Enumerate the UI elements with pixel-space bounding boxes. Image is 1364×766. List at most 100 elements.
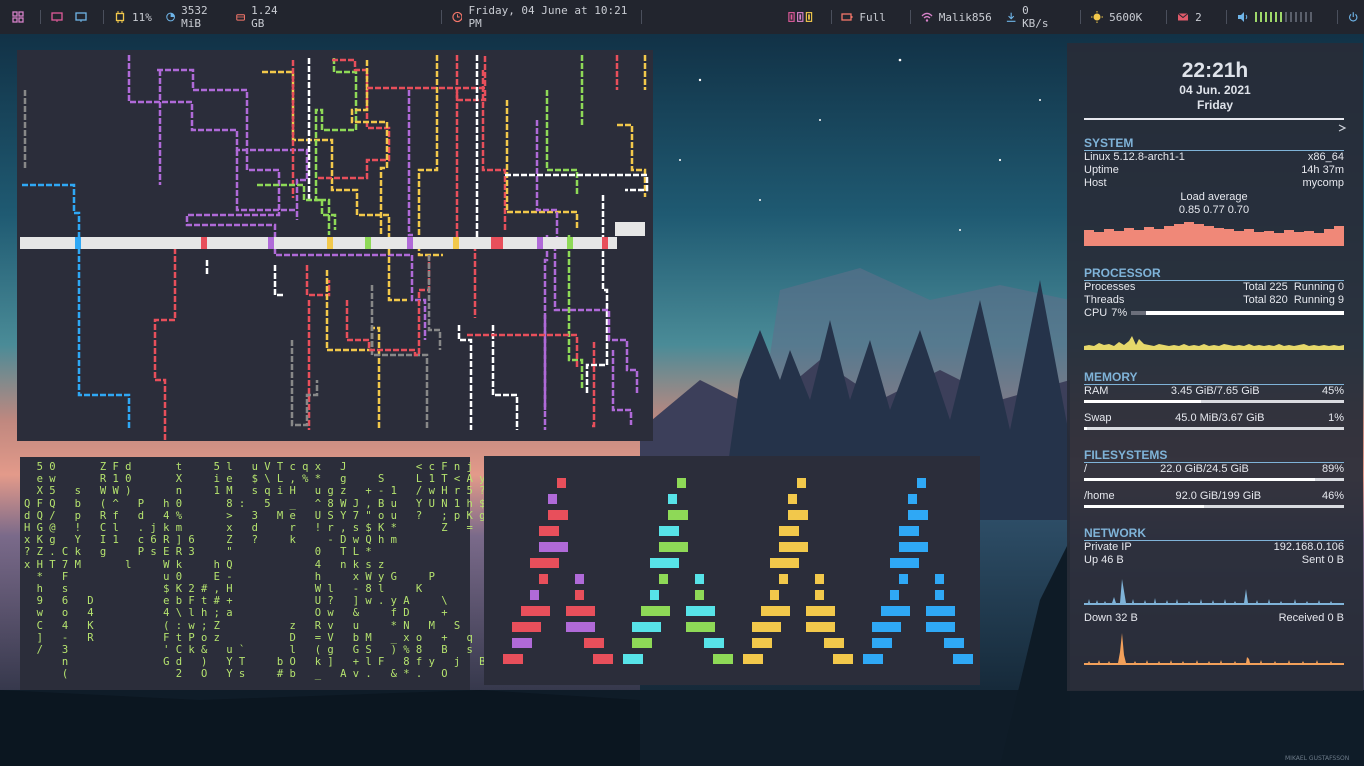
netspeed-module[interactable]: 0 KB/s: [1006, 4, 1057, 30]
matrix-line: d Q / p R f d 4 % > 3 M e U S Y 7 " o u …: [24, 509, 486, 522]
cpu-module[interactable]: 11%: [114, 11, 152, 24]
sent-total: Sent 0 B: [1301, 554, 1344, 566]
tree-block: [548, 494, 557, 504]
tree-block: [899, 526, 919, 536]
tree-block: [899, 574, 908, 584]
root-pct: 89%: [1321, 463, 1344, 475]
uptime: 14h 37m: [1301, 164, 1344, 176]
matrix-line: h s $ K 2 # , H W l - 8 l K: [24, 583, 423, 596]
datetime: Friday, 04 June at 10:21 PM: [468, 4, 628, 30]
sun-icon: [1091, 11, 1104, 23]
pipes-animation: [20, 55, 649, 440]
download-rate: Down 32 B: [1084, 612, 1138, 624]
tree-block: [935, 590, 944, 600]
cpu-label: CPU: [1084, 307, 1108, 319]
tree-block: [935, 574, 944, 584]
memory-icon: [166, 12, 175, 22]
wifi-icon: [921, 12, 933, 22]
tree-block: [512, 638, 532, 648]
matrix-line: / 3 ' C k & u ` l ( g G S ) % 8 B s: [24, 644, 473, 657]
volume-icon: [1237, 12, 1247, 22]
tree-block: [779, 542, 808, 552]
tree-block: [908, 494, 917, 504]
host-label: Host: [1084, 177, 1107, 189]
tree-block: [806, 622, 835, 632]
upload-rate: Up 46 B: [1084, 554, 1124, 566]
battery-indicator-icon: [788, 12, 813, 22]
system-title: SYSTEM: [1084, 137, 1344, 151]
monitor-icon[interactable]: [51, 11, 63, 23]
swap: 45.0 MiB/3.67 GiB: [1175, 412, 1265, 424]
tree-block: [548, 510, 568, 520]
tree-block: [650, 590, 659, 600]
tree-block: [824, 638, 844, 648]
download-graph: [1084, 633, 1344, 665]
memory-module[interactable]: 3532 MiB: [166, 4, 222, 30]
grid-icon[interactable]: [12, 11, 24, 23]
volume-module[interactable]: [1237, 11, 1313, 23]
tree-block: [557, 478, 566, 488]
tree-block: [659, 574, 668, 584]
conky-system-monitor: 22:21h 04 Jun. 2021 Friday SYSTEM Linux …: [1067, 43, 1363, 691]
tree-block: [668, 494, 677, 504]
disk-module[interactable]: 1.24 GB: [236, 4, 287, 30]
redshift-module[interactable]: 5600K: [1091, 11, 1142, 24]
matrix-line: x K g Y I 1 c 6 R ] 6 Z ? k - D w Q h m: [24, 534, 397, 547]
matrix-line: 5 0 Z F d t 5 l u V T c q x J < c F n j: [24, 461, 473, 473]
bar-divider: [440, 10, 442, 24]
memory-section: MEMORY RAM 3.45 GiB/7.65 GiB 45% Swap 45.0 …: [1084, 371, 1344, 433]
clock-icon: [451, 11, 463, 23]
root-bar: [1084, 478, 1344, 481]
tree-block: [797, 478, 806, 488]
cmatrix-terminal[interactable]: 5 0 Z F d t 5 l u V T c q x J < c F n j …: [20, 457, 485, 690]
color-temp: 5600K: [1109, 10, 1143, 24]
root-bar-fill: [1084, 478, 1316, 481]
tree-block: [890, 558, 919, 568]
desktop-icon[interactable]: [75, 11, 87, 23]
tree-block: [677, 478, 686, 488]
filesystems-section: FILESYSTEMS / 22.0 GiB/24.5 GiB 89% /home 9…: [1084, 449, 1344, 511]
tree-block: [575, 590, 584, 600]
bar-divider: [830, 10, 832, 24]
tree-block: [566, 606, 595, 616]
cpu-bar-fill: [1131, 311, 1147, 315]
pipes-terminal[interactable]: [17, 50, 653, 441]
tree-block: [659, 526, 679, 536]
matrix-line: ] - R F t P o z D = V b M _ x o + q: [24, 631, 473, 644]
matrix-line: ? Z . C k g P s E R 3 " 0 T L *: [24, 546, 372, 559]
matrix-line: H G @ ! C l . j k m x d r ! r , s $ K * …: [24, 522, 473, 535]
swap-label: Swap: [1084, 412, 1112, 424]
battery-module[interactable]: Full: [841, 11, 886, 24]
wifi-module[interactable]: Malik856: [921, 11, 992, 24]
swap-bar: [1084, 427, 1344, 430]
cpu-percent: 11%: [132, 10, 152, 24]
net-speed: 0 KB/s: [1022, 4, 1049, 30]
tree-block: [761, 606, 790, 616]
bar-divider: [641, 10, 643, 24]
tree-block: [566, 622, 595, 632]
tree-block: [695, 590, 704, 600]
ip-label: Private IP: [1084, 541, 1132, 553]
matrix-line: ( 2 O Y s # b _ A v . & * . O: [24, 668, 448, 681]
home-pct: 46%: [1321, 490, 1344, 502]
memory-title: MEMORY: [1084, 371, 1344, 385]
volume-slider[interactable]: [1254, 12, 1313, 22]
load-label: Load average: [1180, 191, 1248, 203]
tree-block: [872, 638, 892, 648]
root-usage: 22.0 GiB/24.5 GiB: [1160, 463, 1249, 475]
tree-block: [752, 622, 781, 632]
top-status-bar: 11% 3532 MiB 1.24 GB Friday, 04 June at …: [0, 0, 1364, 34]
matrix-line: C 4 K ( : w ; Z z R v u * N M S: [24, 619, 461, 632]
ip: 192.168.0.106: [1273, 541, 1344, 553]
tree-block: [908, 510, 928, 520]
clock-module[interactable]: Friday, 04 June at 10:21 PM: [451, 4, 653, 30]
tree-art-terminal[interactable]: [484, 456, 980, 685]
tree-block: [575, 574, 584, 584]
tree-block: [632, 622, 661, 632]
cpu-bar: [1131, 311, 1344, 315]
power-icon[interactable]: [1348, 11, 1359, 23]
tree-block: [788, 510, 808, 520]
mail-module[interactable]: 2: [1177, 11, 1202, 24]
matrix-line: e w R 1 0 X i e $ \ L , % * g S L 1 T < …: [24, 473, 486, 486]
tree-block: [713, 654, 733, 664]
